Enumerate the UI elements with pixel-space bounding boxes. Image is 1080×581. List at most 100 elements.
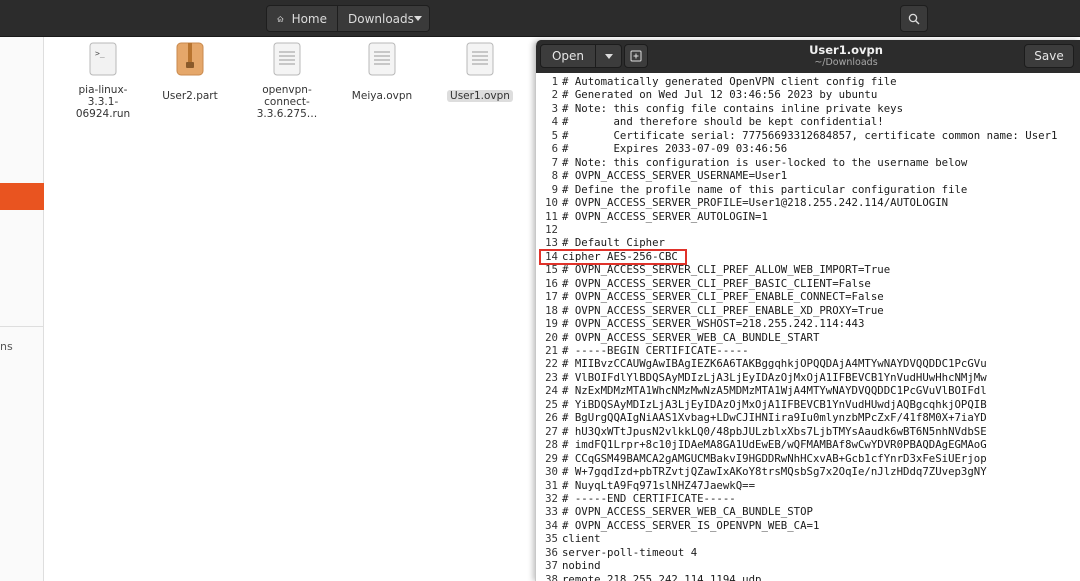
code-line[interactable]: 29 # CCqGSM49BAMCA2gAMGUCMBakvI9HGDDRwNhH…	[536, 452, 987, 466]
line-text: # Default Cipher	[562, 236, 665, 250]
code-line[interactable]: 8 # OVPN_ACCESS_SERVER_USERNAME=User1	[536, 169, 788, 183]
chevron-down-icon	[413, 16, 422, 21]
code-line[interactable]: 20 # OVPN_ACCESS_SERVER_WEB_CA_BUNDLE_STA…	[536, 331, 819, 345]
line-number: 8	[551, 169, 558, 183]
path-downloads-button[interactable]: Downloads	[338, 5, 430, 32]
document-path: ~/Downloads	[814, 57, 878, 68]
line-text: # Note: this config file contains inline…	[562, 101, 904, 115]
line-number: 30	[545, 465, 558, 479]
file-manager-headerbar: Home Downloads	[0, 0, 1080, 37]
text-file-icon	[368, 42, 396, 76]
file-item-meiya-ovpn[interactable]: Meiya.ovpn	[342, 42, 422, 103]
code-line[interactable]: 22 # MIIBvzCCAUWgAwIBAgIEZK6A6TAKBggqhkjO…	[536, 357, 987, 371]
code-line[interactable]: 5 # Certificate serial: 77756693312684857…	[536, 129, 1058, 143]
code-line[interactable]: 33 # OVPN_ACCESS_SERVER_WEB_CA_BUNDLE_STO…	[536, 505, 813, 519]
code-line[interactable]: 31 # NuyqLtA9Fq971slNHZ47JaewkQ==	[536, 479, 755, 493]
line-text: server-poll-timeout 4	[562, 545, 698, 559]
line-number: 24	[545, 384, 558, 398]
home-icon	[277, 15, 284, 22]
code-line[interactable]: 1 # Automatically generated OpenVPN clien…	[536, 75, 897, 89]
line-number: 21	[545, 344, 558, 357]
line-number: 11	[545, 209, 558, 223]
line-number: 23	[545, 370, 558, 384]
code-line[interactable]: 19 # OVPN_ACCESS_SERVER_WSHOST=218.255.24…	[536, 317, 864, 331]
file-item-openvpn-connect[interactable]: openvpn- connect- 3.3.6.275…	[247, 42, 327, 121]
open-dropdown-button[interactable]	[596, 44, 622, 68]
code-line[interactable]: 10 # OVPN_ACCESS_SERVER_PROFILE=User1@218…	[536, 196, 948, 210]
sidebar-item-label[interactable]: ns	[0, 340, 13, 353]
file-item-user1-ovpn[interactable]: User1.ovpn	[440, 42, 520, 103]
line-number: 4	[551, 115, 558, 129]
code-line[interactable]: 7 # Note: this configuration is user-lock…	[536, 155, 968, 170]
code-line[interactable]: 18 # OVPN_ACCESS_SERVER_CLI_PREF_ENABLE_X…	[536, 304, 884, 318]
code-line[interactable]: 25 # YiBDQSAyMDIzLjA3LjEyIDAzOjMxOjA1IFBE…	[536, 398, 987, 412]
code-line[interactable]: 11 # OVPN_ACCESS_SERVER_AUTOLOGIN=1	[536, 210, 768, 224]
file-item-user2-part[interactable]: User2.part	[150, 42, 230, 103]
line-text: # OVPN_ACCESS_SERVER_IS_OPENVPN_WEB_CA=1	[562, 518, 820, 532]
code-line[interactable]: 12	[536, 223, 562, 237]
file-item-pia-linux[interactable]: >_ pia-linux- 3.3.1- 06924.run	[63, 42, 143, 121]
code-line[interactable]: 28 # imdFQ1Lrpr+8c10jIDAeMA8GA1UdEwEB/wQF…	[536, 438, 987, 452]
line-text: # CCqGSM49BAMCA2gAMGUCMBakvI9HGDDRwNhHCx…	[562, 451, 987, 465]
line-text: # OVPN_ACCESS_SERVER_WSHOST=218.255.242.…	[562, 317, 865, 331]
search-button[interactable]	[900, 5, 928, 32]
text-editor-window: Open User1.ovpn ~/Downloads Save 1 # Auto…	[535, 40, 1080, 581]
sidebar-divider	[0, 326, 44, 327]
code-line[interactable]: 30 # W+7gqdIzd+pbTRZvtjQZawIxAKoY8trsMQsb…	[536, 465, 987, 479]
sidebar-item-active[interactable]	[0, 183, 44, 210]
code-line[interactable]: 15 # OVPN_ACCESS_SERVER_CLI_PREF_ALLOW_WE…	[536, 263, 890, 277]
line-number: 13	[545, 236, 558, 250]
open-button[interactable]: Open	[540, 44, 596, 68]
line-number: 1	[551, 75, 558, 88]
line-text: # imdFQ1Lrpr+8c10jIDAeMA8GA1UdEwEB/wQFMA…	[562, 438, 987, 452]
chevron-down-icon	[604, 53, 613, 59]
editor-text-view[interactable]: 1 # Automatically generated OpenVPN clien…	[536, 74, 1080, 581]
line-text: # Define the profile name of this partic…	[562, 182, 968, 196]
line-text: nobind	[562, 559, 601, 573]
line-text: # OVPN_ACCESS_SERVER_CLI_PREF_ALLOW_WEB_…	[562, 263, 891, 277]
code-line[interactable]: 36 server-poll-timeout 4	[536, 546, 697, 560]
line-number: 7	[551, 155, 558, 169]
search-icon	[908, 13, 920, 24]
code-line[interactable]: 37 nobind	[536, 559, 601, 573]
line-text: # Generated on Wed Jul 12 03:46:56 2023 …	[562, 88, 878, 102]
code-line[interactable]: 23 # VlBOIFdlYlBDQSAyMDIzLjA3LjEyIDAzOjMx…	[536, 371, 987, 385]
code-line[interactable]: 6 # Expires 2033-07-09 03:46:56	[536, 142, 788, 156]
code-line[interactable]: 26 # BgUrgQQAIgNiAAS1Xvbag+LDwCJIHNIira9I…	[536, 411, 987, 425]
code-line[interactable]: 9 # Define the profile name of this parti…	[536, 182, 968, 197]
line-text: # Automatically generated OpenVPN client…	[562, 75, 897, 88]
line-text: # Expires 2033-07-09 03:46:56	[562, 142, 788, 156]
file-label: openvpn- connect- 3.3.6.275…	[256, 84, 318, 120]
places-sidebar	[0, 37, 44, 581]
line-number: 36	[545, 545, 558, 559]
line-text: # OVPN_ACCESS_SERVER_USERNAME=User1	[562, 169, 788, 183]
path-home-button[interactable]: Home	[266, 5, 338, 32]
line-number: 22	[545, 357, 558, 371]
code-line[interactable]: 38 remote 218.255.242.114 1194 udp	[536, 573, 761, 581]
code-line[interactable]: 35 client	[536, 532, 600, 546]
code-line[interactable]: 3 # Note: this config file contains inlin…	[536, 102, 903, 116]
code-line[interactable]: 27 # hU3QxWTtJpusN2vlkkLQ0/48pbJULzblxXbs…	[536, 425, 987, 439]
code-line[interactable]: 32 # -----END CERTIFICATE-----	[536, 492, 736, 506]
line-number: 37	[545, 559, 558, 573]
new-document-button[interactable]	[624, 44, 648, 68]
code-line[interactable]: 4 # and therefore should be kept confiden…	[536, 115, 884, 129]
file-label: User1.ovpn	[447, 90, 513, 102]
code-line[interactable]: 21 # -----BEGIN CERTIFICATE-----	[536, 344, 748, 358]
line-number: 12	[545, 222, 558, 236]
save-button[interactable]: Save	[1024, 44, 1074, 68]
line-text: # NzExMDMzMTA1WhcNMzMwNzA5MDMzMTA1WjA4MT…	[562, 384, 987, 398]
code-line[interactable]: 17 # OVPN_ACCESS_SERVER_CLI_PREF_ENABLE_C…	[536, 290, 884, 304]
code-line[interactable]: 2 # Generated on Wed Jul 12 03:46:56 2023…	[536, 88, 878, 102]
svg-text:>_: >_	[95, 49, 105, 58]
line-number: 6	[551, 142, 558, 156]
line-number: 10	[545, 196, 558, 210]
line-number: 33	[545, 505, 558, 519]
code-line[interactable]: 13 # Default Cipher	[536, 236, 665, 250]
line-number: 19	[545, 317, 558, 331]
code-line[interactable]: 14 cipher AES-256-CBC	[536, 250, 678, 264]
line-text: cipher AES-256-CBC	[562, 249, 678, 263]
code-line[interactable]: 16 # OVPN_ACCESS_SERVER_CLI_PREF_BASIC_CL…	[536, 277, 871, 291]
code-line[interactable]: 34 # OVPN_ACCESS_SERVER_IS_OPENVPN_WEB_CA…	[536, 519, 819, 533]
code-line[interactable]: 24 # NzExMDMzMTA1WhcNMzMwNzA5MDMzMTA1WjA4…	[536, 384, 987, 398]
